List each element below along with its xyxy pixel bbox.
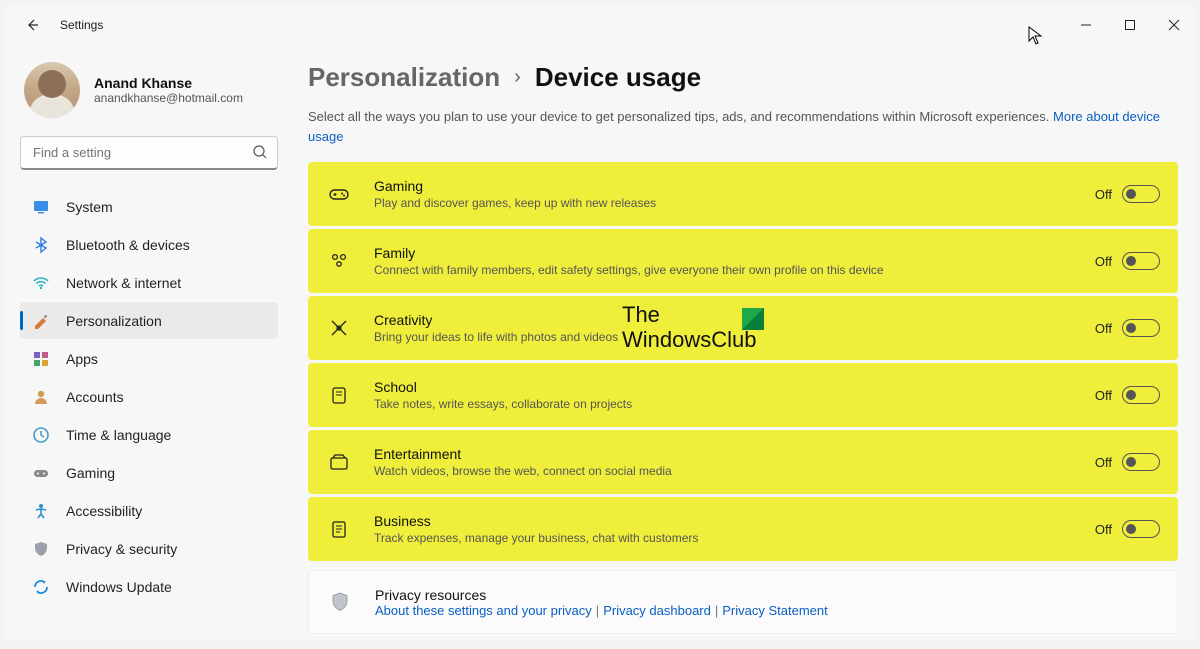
profile-email: anandkhanse@hotmail.com	[94, 91, 243, 105]
sidebar-item-label: Accessibility	[66, 503, 142, 519]
usage-card-business: Business Track expenses, manage your bus…	[308, 497, 1178, 561]
sidebar-item-label: Accounts	[66, 389, 124, 405]
toggle-label: Off	[1095, 455, 1112, 470]
sidebar-item-label: Personalization	[66, 313, 162, 329]
shield-icon	[32, 540, 50, 558]
maximize-button[interactable]	[1108, 9, 1152, 41]
sidebar-item-label: System	[66, 199, 113, 215]
sidebar-item-label: Network & internet	[66, 275, 181, 291]
bluetooth-icon	[32, 236, 50, 254]
back-button[interactable]	[22, 15, 42, 35]
toggle-label: Off	[1095, 388, 1112, 403]
app-title: Settings	[60, 18, 103, 32]
toggle-business[interactable]	[1122, 520, 1160, 538]
card-title: Family	[374, 245, 1095, 261]
card-title: Entertainment	[374, 446, 1095, 462]
profile-block[interactable]: Anand Khanse anandkhanse@hotmail.com	[20, 54, 278, 136]
card-desc: Play and discover games, keep up with ne…	[374, 196, 1095, 210]
search-icon	[252, 144, 268, 165]
sidebar-item-privacy[interactable]: Privacy & security	[20, 530, 278, 567]
toggle-label: Off	[1095, 522, 1112, 537]
toggle-creativity[interactable]	[1122, 319, 1160, 337]
entertainment-icon	[326, 449, 352, 475]
card-title: Business	[374, 513, 1095, 529]
toggle-family[interactable]	[1122, 252, 1160, 270]
toggle-gaming[interactable]	[1122, 185, 1160, 203]
toggle-label: Off	[1095, 321, 1112, 336]
sidebar-item-label: Windows Update	[66, 579, 172, 595]
sidebar-item-label: Apps	[66, 351, 98, 367]
search-wrap	[20, 136, 278, 170]
privacy-link-about[interactable]: About these settings and your privacy	[375, 603, 592, 618]
breadcrumb: Personalization › Device usage	[308, 62, 1178, 93]
sidebar-item-network[interactable]: Network & internet	[20, 264, 278, 301]
brush-icon	[32, 312, 50, 330]
card-title: Creativity	[374, 312, 1095, 328]
minimize-button[interactable]	[1064, 9, 1108, 41]
sidebar-item-label: Time & language	[66, 427, 171, 443]
accessibility-icon	[32, 502, 50, 520]
chevron-right-icon: ›	[514, 66, 521, 89]
sidebar-item-bluetooth[interactable]: Bluetooth & devices	[20, 226, 278, 263]
gamepad-icon	[326, 181, 352, 207]
sidebar-item-time[interactable]: Time & language	[20, 416, 278, 453]
sidebar-item-update[interactable]: Windows Update	[20, 568, 278, 605]
search-input[interactable]	[20, 136, 278, 170]
clock-icon	[32, 426, 50, 444]
usage-card-creativity: Creativity Bring your ideas to life with…	[308, 296, 1178, 360]
update-icon	[32, 578, 50, 596]
sidebar-item-accounts[interactable]: Accounts	[20, 378, 278, 415]
usage-card-gaming: Gaming Play and discover games, keep up …	[308, 162, 1178, 226]
sidebar-item-label: Privacy & security	[66, 541, 177, 557]
card-title: Gaming	[374, 178, 1095, 194]
privacy-link-dashboard[interactable]: Privacy dashboard	[603, 603, 711, 618]
sidebar-item-label: Gaming	[66, 465, 115, 481]
privacy-title: Privacy resources	[375, 587, 1159, 603]
avatar	[24, 62, 80, 118]
toggle-label: Off	[1095, 254, 1112, 269]
toggle-entertainment[interactable]	[1122, 453, 1160, 471]
apps-icon	[32, 350, 50, 368]
family-icon	[326, 248, 352, 274]
usage-card-school: School Take notes, write essays, collabo…	[308, 363, 1178, 427]
school-icon	[326, 382, 352, 408]
card-desc: Watch videos, browse the web, connect on…	[374, 464, 1095, 478]
subheader: Select all the ways you plan to use your…	[308, 107, 1178, 146]
shield-icon	[327, 589, 353, 615]
sidebar-item-gaming[interactable]: Gaming	[20, 454, 278, 491]
breadcrumb-parent[interactable]: Personalization	[308, 62, 500, 93]
card-desc: Track expenses, manage your business, ch…	[374, 531, 1095, 545]
usage-card-family: Family Connect with family members, edit…	[308, 229, 1178, 293]
person-icon	[32, 388, 50, 406]
monitor-icon	[32, 198, 50, 216]
gamepad-icon	[32, 464, 50, 482]
card-desc: Bring your ideas to life with photos and…	[374, 330, 1095, 344]
sidebar-item-personalization[interactable]: Personalization	[20, 302, 278, 339]
breadcrumb-current: Device usage	[535, 62, 701, 93]
card-desc: Take notes, write essays, collaborate on…	[374, 397, 1095, 411]
profile-name: Anand Khanse	[94, 75, 243, 91]
usage-card-entertainment: Entertainment Watch videos, browse the w…	[308, 430, 1178, 494]
card-desc: Connect with family members, edit safety…	[374, 263, 1095, 277]
toggle-school[interactable]	[1122, 386, 1160, 404]
sidebar-item-accessibility[interactable]: Accessibility	[20, 492, 278, 529]
close-button[interactable]	[1152, 9, 1196, 41]
sidebar-item-system[interactable]: System	[20, 188, 278, 225]
sidebar-item-apps[interactable]: Apps	[20, 340, 278, 377]
toggle-label: Off	[1095, 187, 1112, 202]
business-icon	[326, 516, 352, 542]
privacy-resources-card: Privacy resources About these settings a…	[308, 570, 1178, 634]
card-title: School	[374, 379, 1095, 395]
wifi-icon	[32, 274, 50, 292]
creativity-icon	[326, 315, 352, 341]
sidebar-item-label: Bluetooth & devices	[66, 237, 190, 253]
sidebar-nav: System Bluetooth & devices Network & int…	[20, 188, 278, 605]
subheader-text: Select all the ways you plan to use your…	[308, 109, 1053, 124]
privacy-link-statement[interactable]: Privacy Statement	[722, 603, 828, 618]
